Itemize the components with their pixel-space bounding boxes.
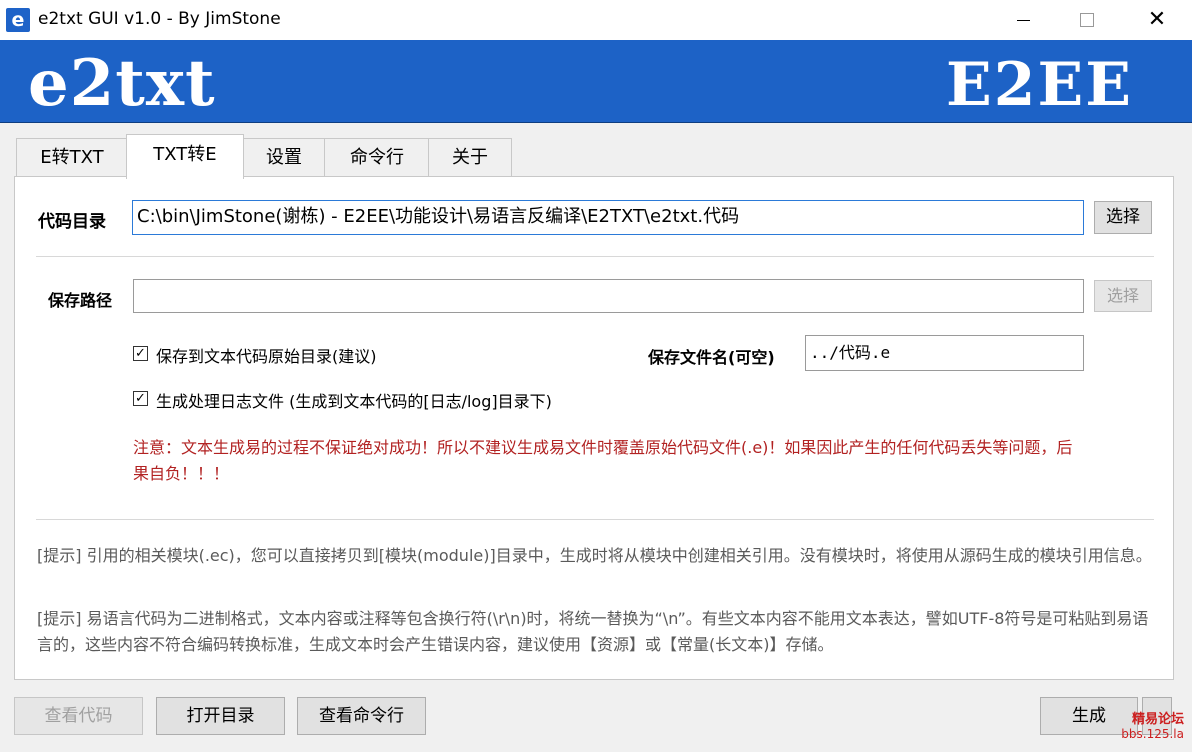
forum-watermark: 精易论坛 bbs.125.la: [1104, 712, 1184, 742]
save-to-original-checkbox[interactable]: ✓: [133, 346, 148, 361]
e2ee-logo: E2EE: [946, 50, 1133, 120]
title-bar: e e2txt GUI v1.0 - By JimStone ✕: [0, 0, 1192, 40]
watermark-line2: bbs.125.la: [1121, 727, 1184, 741]
maximize-button[interactable]: [1064, 0, 1110, 40]
view-code-button[interactable]: 查看代码: [14, 697, 143, 735]
tab-command-line[interactable]: 命令行: [324, 138, 430, 177]
tab-panel: [14, 176, 1174, 680]
hint-binary-format: [提示] 易语言代码为二进制格式，文本内容或注释等包含换行符(\r\n)时，将统…: [37, 609, 1149, 654]
save-filename-input[interactable]: ../代码.e: [805, 335, 1084, 371]
view-command-line-button[interactable]: 查看命令行: [297, 697, 426, 735]
hint-modules: [提示] 引用的相关模块(.ec)，您可以直接拷贝到[模块(module)]目录…: [37, 546, 1152, 565]
save-to-original-label: 保存到文本代码原始目录(建议): [156, 347, 377, 366]
tab-about[interactable]: 关于: [428, 138, 512, 177]
minimize-button[interactable]: [1000, 0, 1046, 40]
save-path-select-button[interactable]: 选择: [1094, 280, 1152, 312]
code-dir-label: 代码目录: [38, 212, 106, 232]
code-dir-input[interactable]: C:\bin\JimStone(谢栋) - E2EE\功能设计\易语言反编译\E…: [132, 200, 1084, 235]
gen-log-checkbox[interactable]: ✓: [133, 391, 148, 406]
open-directory-button[interactable]: 打开目录: [156, 697, 285, 735]
save-filename-label: 保存文件名(可空): [648, 348, 775, 367]
tab-txt-to-e[interactable]: TXT转E: [126, 134, 244, 179]
watermark-line1: 精易论坛: [1131, 712, 1184, 727]
separator: [36, 256, 1154, 257]
separator: [36, 519, 1154, 520]
save-path-input[interactable]: [133, 279, 1084, 313]
gen-log-label: 生成处理日志文件 (生成到文本代码的[日志/log]目录下): [156, 392, 552, 411]
save-path-label: 保存路径: [48, 291, 113, 310]
e2txt-logo: e2txt: [28, 46, 216, 121]
app-icon: e: [6, 8, 30, 32]
tab-settings[interactable]: 设置: [242, 138, 326, 177]
window-title: e2txt GUI v1.0 - By JimStone: [38, 9, 281, 29]
code-dir-select-button[interactable]: 选择: [1094, 201, 1152, 234]
tab-e-to-txt[interactable]: E转TXT: [16, 138, 128, 177]
close-button[interactable]: ✕: [1134, 0, 1180, 40]
warning-text: 注意：文本生成易的过程不保证绝对成功！所以不建议生成易文件时覆盖原始代码文件(.…: [133, 438, 1073, 483]
